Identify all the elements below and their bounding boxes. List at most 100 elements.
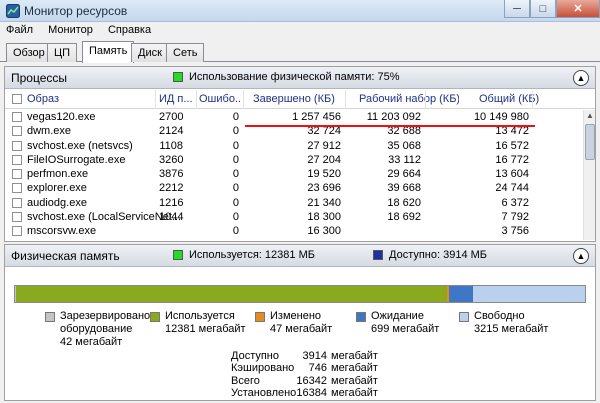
cell-faults: 0: [232, 225, 239, 238]
tab-memory[interactable]: Память: [82, 41, 135, 63]
table-row[interactable]: FileIOSurrogate.exe 3260 0 27 204 33 112 16 7…: [5, 153, 583, 167]
menu-monitor[interactable]: Монитор: [42, 22, 99, 36]
table-row[interactable]: perfmon.exe 3876 0 19 520 29 664 13 604: [5, 167, 583, 181]
available-legend-icon: [373, 250, 383, 260]
cell-shareable: 6 372: [501, 196, 529, 209]
row-checkbox[interactable]: [12, 126, 22, 137]
cell-faults: 0: [232, 168, 239, 181]
cell-commit: 19 520: [307, 168, 341, 181]
maximize-button[interactable]: □: [530, 0, 556, 18]
row-checkbox[interactable]: [12, 183, 22, 194]
cell-shareable: 16 572: [495, 139, 529, 152]
col-hard-faults[interactable]: Ошибо...: [199, 93, 241, 105]
reserved-swatch: [45, 312, 55, 322]
row-checkbox[interactable]: [12, 197, 22, 208]
cell-faults: 0: [232, 211, 239, 224]
cell-pid: 3876: [159, 168, 184, 181]
cell-pid: 3260: [159, 153, 184, 166]
used-label: Используется: 12381 МБ: [189, 249, 315, 261]
close-button[interactable]: ✕: [556, 0, 600, 18]
tab-overview[interactable]: Обзор: [6, 43, 52, 62]
scroll-up-icon[interactable]: ▲: [584, 110, 596, 122]
col-working-set[interactable]: Рабочий набор (КБ): [359, 93, 459, 105]
cell-working: 32 688: [387, 125, 421, 138]
cell-image: svchost.exe (netsvcs): [27, 139, 133, 152]
cell-working: 33 112: [388, 153, 421, 166]
menu-file[interactable]: Файл: [0, 22, 39, 36]
bar-used: [16, 286, 448, 302]
table-row[interactable]: svchost.exe (LocalServiceNet... 1044 0 18 3…: [5, 210, 583, 224]
minimize-button[interactable]: ─: [504, 0, 530, 18]
stat-unit: мегабайт: [331, 350, 378, 362]
stat-label: Доступно: [231, 350, 280, 362]
stat-unit: мегабайт: [331, 362, 378, 375]
col-shareable[interactable]: Общий (КБ): [479, 93, 539, 105]
cell-shareable: 10 149 980: [473, 111, 529, 123]
tab-network[interactable]: Сеть: [166, 43, 205, 62]
used-swatch: [150, 312, 160, 322]
cell-working: 18 620: [387, 196, 421, 209]
cell-image: explorer.exe: [27, 182, 87, 195]
row-checkbox[interactable]: [12, 226, 22, 237]
chevron-up-icon: ▲: [576, 73, 586, 83]
cell-shareable: 13 472: [495, 125, 529, 138]
resource-monitor-icon: [6, 4, 20, 18]
row-checkbox[interactable]: [12, 212, 22, 223]
stat-value: 3914: [302, 350, 327, 362]
resource-monitor-window: Монитор ресурсов ─ □ ✕ Файл Монитор Спра…: [0, 0, 600, 403]
cell-pid: 1216: [159, 196, 184, 209]
process-table-header: Образ ИД п... Ошибо... Завершено (КБ) Ра…: [5, 90, 595, 109]
table-row[interactable]: svchost.exe (netsvcs) 1108 0 27 912 35 068 16…: [5, 139, 583, 153]
cell-faults: 0: [232, 111, 239, 123]
cell-shareable: 3 756: [501, 225, 529, 238]
stat-unit: мегабайт: [331, 387, 378, 400]
row-checkbox[interactable]: [12, 112, 22, 122]
cell-commit: 21 340: [307, 196, 341, 209]
col-image[interactable]: Образ: [27, 93, 147, 105]
cell-pid: 2700: [159, 111, 184, 123]
cell-commit: 32 724: [307, 125, 341, 138]
scroll-thumb[interactable]: [585, 124, 595, 160]
cell-faults: 0: [232, 196, 239, 209]
physical-memory-header[interactable]: Физическая память Используется: 12381 МБ…: [5, 245, 595, 267]
menu-help[interactable]: Справка: [102, 22, 157, 36]
collapse-physical-button[interactable]: ▲: [573, 248, 589, 264]
col-pid[interactable]: ИД п...: [159, 93, 195, 105]
table-row[interactable]: explorer.exe 2212 0 23 696 39 668 24 744: [5, 181, 583, 195]
tab-disk[interactable]: Диск: [131, 43, 169, 62]
title-bar[interactable]: Монитор ресурсов ─ □ ✕: [0, 0, 600, 22]
cell-commit: 18 300: [307, 211, 341, 224]
cell-shareable: 16 772: [495, 153, 529, 166]
table-row[interactable]: vegas120.exe 2700 0 1 257 456 11 203 092 10 1…: [5, 110, 583, 124]
memory-usage-label: Использование физической памяти: 75%: [189, 71, 400, 83]
process-scrollbar[interactable]: ▲: [583, 110, 595, 240]
processes-title: Процессы: [11, 71, 68, 85]
cell-shareable: 7 792: [501, 211, 529, 224]
menu-bar: Файл Монитор Справка: [0, 22, 600, 40]
col-commit[interactable]: Завершено (КБ): [253, 93, 343, 105]
cell-pid: 1108: [159, 139, 183, 152]
row-checkbox[interactable]: [12, 154, 22, 165]
processes-header[interactable]: Процессы Использование физической памяти…: [5, 67, 595, 89]
bar-free: [473, 286, 585, 302]
standby-swatch: [356, 312, 366, 322]
cell-faults: 0: [232, 182, 239, 195]
table-row[interactable]: mscorsvw.exe 0 16 300 3 756: [5, 224, 583, 238]
cell-shareable: 24 744: [495, 182, 529, 195]
table-row[interactable]: audiodg.exe 1216 0 21 340 18 620 6 372: [5, 196, 583, 210]
row-checkbox[interactable]: [12, 169, 22, 180]
stat-unit: мегабайт: [331, 374, 378, 387]
collapse-processes-button[interactable]: ▲: [573, 70, 589, 86]
memory-usage-legend-icon: [173, 72, 183, 82]
window-title: Монитор ресурсов: [24, 4, 128, 18]
cell-faults: 0: [232, 153, 239, 166]
stat-label: Кэшировано: [231, 362, 295, 375]
stat-value: 746: [308, 362, 327, 375]
tab-bar: Обзор ЦП Память Диск Сеть: [0, 40, 600, 63]
tab-cpu[interactable]: ЦП: [47, 43, 78, 62]
cell-image: audiodg.exe: [27, 196, 87, 209]
free-swatch: [459, 312, 469, 322]
row-checkbox[interactable]: [12, 140, 22, 151]
physical-memory-panel: Физическая память Используется: 12381 МБ…: [4, 244, 596, 401]
select-all-checkbox[interactable]: [12, 94, 22, 104]
